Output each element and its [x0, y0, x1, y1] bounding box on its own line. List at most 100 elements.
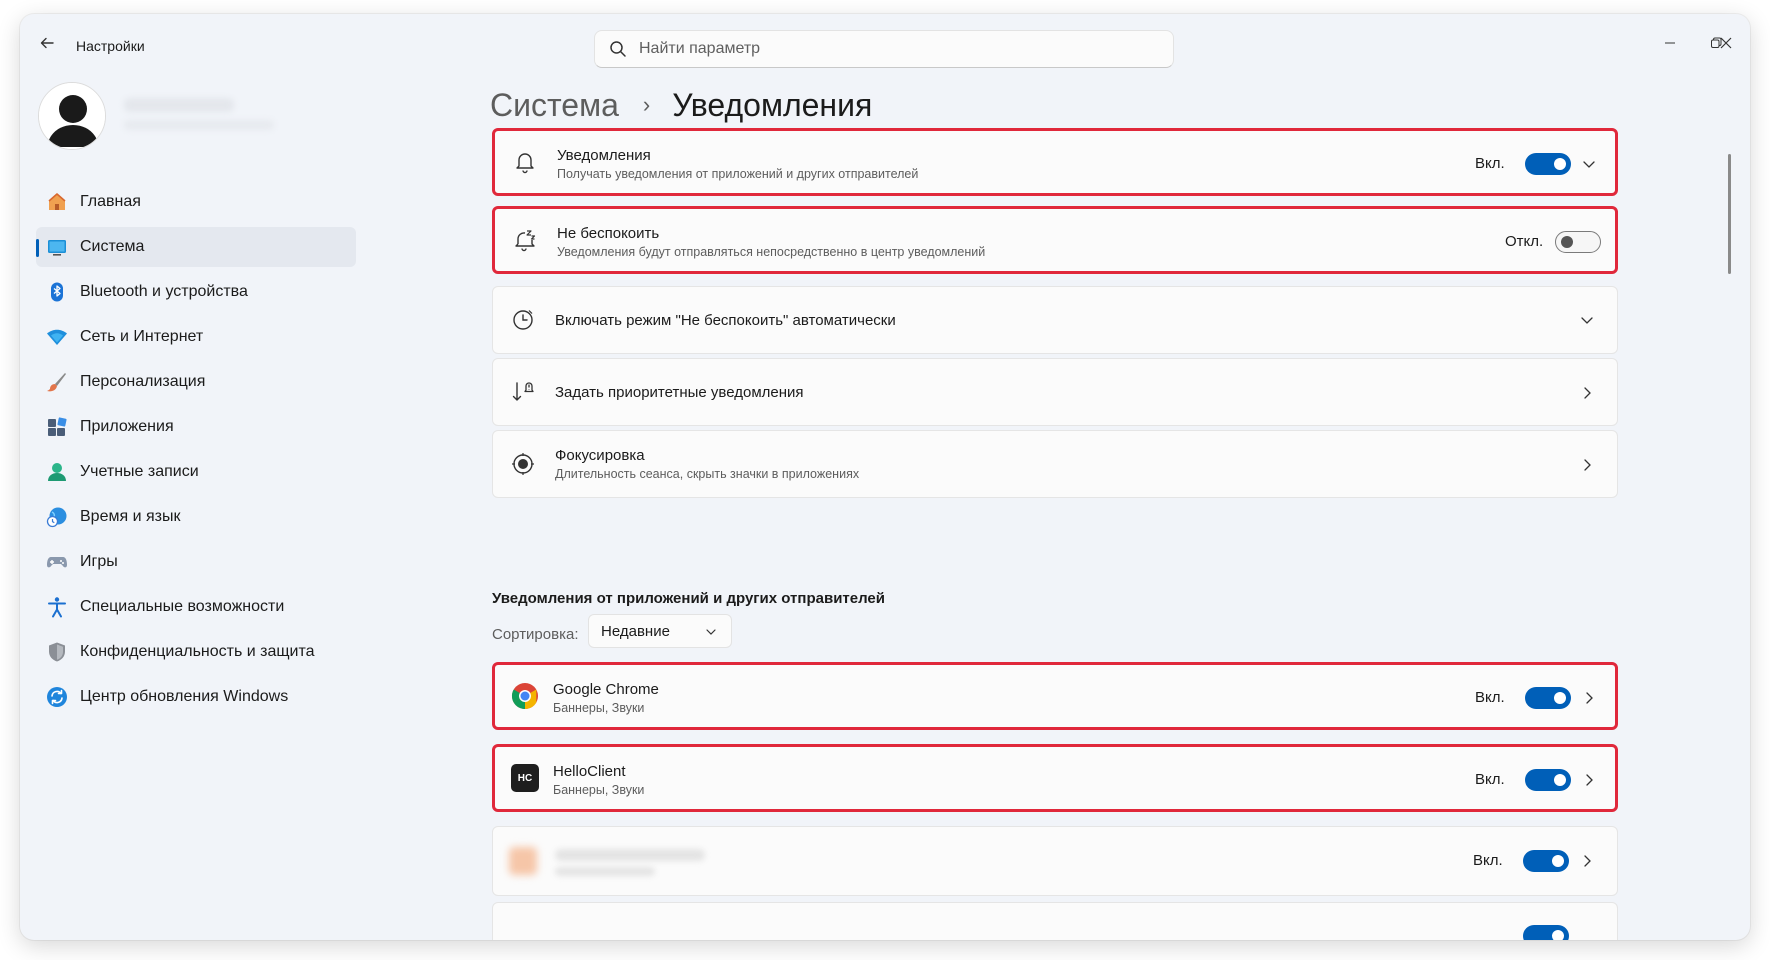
- sidebar-item-home[interactable]: Главная: [36, 182, 356, 222]
- shield-icon: [49, 642, 65, 662]
- sidebar-item-accounts[interactable]: Учетные записи: [36, 452, 356, 492]
- profile-email-redacted: [124, 120, 274, 130]
- app-notification-types: Баннеры, Звуки: [553, 783, 645, 797]
- chevron-down-icon[interactable]: [1581, 156, 1597, 172]
- dnd-setting-row[interactable]: Не беспокоить Уведомления будут отправля…: [492, 206, 1618, 274]
- app-notification-types: Баннеры, Звуки: [553, 701, 645, 715]
- chevron-right-icon: [1586, 774, 1593, 786]
- dnd-auto-title: Включать режим "Не беспокоить" автоматич…: [555, 312, 896, 329]
- sidebar-item-label: Игры: [80, 553, 118, 570]
- app-row-partial[interactable]: [492, 902, 1618, 940]
- avatar: [38, 82, 106, 150]
- app-toggle[interactable]: [1525, 769, 1571, 791]
- chevron-right-icon: [1586, 692, 1593, 704]
- sort-label: Сортировка:: [492, 626, 579, 643]
- chevron-right-icon: [1584, 387, 1591, 399]
- notifications-state: Вкл.: [1475, 155, 1505, 172]
- focus-subtitle: Длительность сеанса, скрыть значки в при…: [555, 467, 860, 481]
- priority-title: Задать приоритетные уведомления: [555, 384, 804, 401]
- search-input[interactable]: [639, 31, 1159, 67]
- sidebar-item-system[interactable]: Система: [36, 227, 356, 267]
- focus-setting-row[interactable]: Фокусировка Длительность сеанса, скрыть …: [492, 430, 1618, 498]
- scrollbar[interactable]: [1728, 154, 1731, 274]
- sidebar-item-label: Конфиденциальность и защита: [80, 643, 315, 660]
- sidebar-item-gaming[interactable]: Игры: [36, 542, 356, 582]
- bell-snooze-icon: [515, 230, 536, 252]
- focus-icon: [512, 453, 534, 475]
- network-icon: [47, 329, 67, 345]
- priority-notifications-row[interactable]: Задать приоритетные уведомления: [492, 358, 1618, 426]
- helloclient-icon: HC: [511, 764, 539, 792]
- close-button[interactable]: [1706, 28, 1746, 58]
- blurred-app-sub: [555, 867, 655, 876]
- bell-icon: [516, 153, 534, 174]
- sidebar-item-label: Система: [80, 238, 145, 255]
- chevron-right-icon: [1584, 459, 1591, 471]
- dnd-title: Не беспокоить: [557, 225, 660, 242]
- sidebar-item-label: Центр обновления Windows: [80, 688, 289, 705]
- sort-dropdown[interactable]: Недавние: [588, 614, 732, 648]
- notifications-title: Уведомления: [557, 147, 651, 164]
- chrome-icon: [511, 683, 538, 710]
- sidebar-item-time-language[interactable]: Время и язык: [36, 497, 356, 537]
- dnd-auto-setting-row[interactable]: Включать режим "Не беспокоить" автоматич…: [492, 286, 1618, 354]
- page-title: Уведомления: [672, 86, 873, 123]
- notifications-subtitle: Получать уведомления от приложений и дру…: [557, 167, 919, 181]
- app-state: Вкл.: [1475, 771, 1505, 788]
- sidebar-item-label: Учетные записи: [80, 463, 199, 480]
- title-bar: Настройки: [20, 14, 1750, 72]
- brush-icon: [47, 373, 66, 392]
- dnd-toggle[interactable]: [1555, 231, 1601, 253]
- clock-icon: [513, 310, 533, 330]
- sidebar-item-windows-update[interactable]: Центр обновления Windows: [36, 677, 356, 717]
- app-row-helloclient[interactable]: HC HelloClient Баннеры, Звуки Вкл.: [492, 744, 1618, 812]
- gamepad-icon: [47, 557, 67, 568]
- blurred-app-icon: [509, 847, 537, 875]
- sidebar-item-label: Время и язык: [80, 508, 181, 525]
- sidebar-item-label: Приложения: [80, 418, 174, 435]
- breadcrumb: Система › Уведомления: [490, 80, 872, 130]
- globe-clock-icon: [46, 507, 67, 528]
- minimize-icon: [1665, 42, 1675, 44]
- sidebar-item-network[interactable]: Сеть и Интернет: [36, 317, 356, 357]
- chevron-right-icon: [1584, 855, 1591, 867]
- app-row-google-chrome[interactable]: Google Chrome Баннеры, Звуки Вкл.: [492, 662, 1618, 730]
- sidebar-item-label: Bluetooth и устройства: [80, 283, 248, 300]
- profile-name-redacted: [124, 98, 234, 112]
- notifications-setting-row[interactable]: Уведомления Получать уведомления от прил…: [492, 128, 1618, 196]
- home-icon: [48, 193, 66, 210]
- user-icon: [48, 463, 66, 481]
- app-name: Google Chrome: [553, 681, 659, 698]
- sidebar-item-personalization[interactable]: Персонализация: [36, 362, 356, 402]
- chevron-down-icon[interactable]: [1579, 312, 1595, 328]
- back-arrow-icon: [40, 37, 54, 49]
- sidebar-nav: Главная Система Bluetooth и устройства С…: [36, 182, 356, 722]
- app-toggle[interactable]: [1525, 687, 1571, 709]
- app-toggle[interactable]: [1523, 850, 1569, 872]
- breadcrumb-parent-link[interactable]: Система: [490, 87, 619, 124]
- sidebar-item-bluetooth[interactable]: Bluetooth и устройства: [36, 272, 356, 312]
- sidebar-item-apps[interactable]: Приложения: [36, 407, 356, 447]
- back-button[interactable]: [32, 28, 62, 58]
- app-toggle[interactable]: [1523, 925, 1569, 940]
- priority-sort-icon: [512, 382, 534, 401]
- breadcrumb-separator: ›: [642, 92, 651, 117]
- minimize-button[interactable]: [1650, 28, 1690, 58]
- app-state: Вкл.: [1473, 852, 1503, 869]
- helloclient-icon-text: HC: [517, 772, 533, 784]
- sidebar-item-privacy[interactable]: Конфиденциальность и защита: [36, 632, 356, 672]
- sidebar-item-accessibility[interactable]: Специальные возможности: [36, 587, 356, 627]
- settings-window: Настройки Главная: [20, 14, 1750, 940]
- search-box[interactable]: [594, 30, 1174, 68]
- sidebar-item-label: Специальные возможности: [80, 598, 285, 615]
- app-title: Настройки: [76, 38, 145, 54]
- sidebar-item-label: Главная: [80, 193, 141, 210]
- app-row-blurred[interactable]: Вкл.: [492, 826, 1618, 896]
- focus-title: Фокусировка: [555, 447, 645, 464]
- system-icon: [48, 240, 66, 256]
- app-state: Вкл.: [1475, 689, 1505, 706]
- apps-icon: [48, 417, 67, 436]
- notifications-toggle[interactable]: [1525, 153, 1571, 175]
- sort-value: Недавние: [601, 623, 670, 640]
- bluetooth-icon: [51, 282, 63, 302]
